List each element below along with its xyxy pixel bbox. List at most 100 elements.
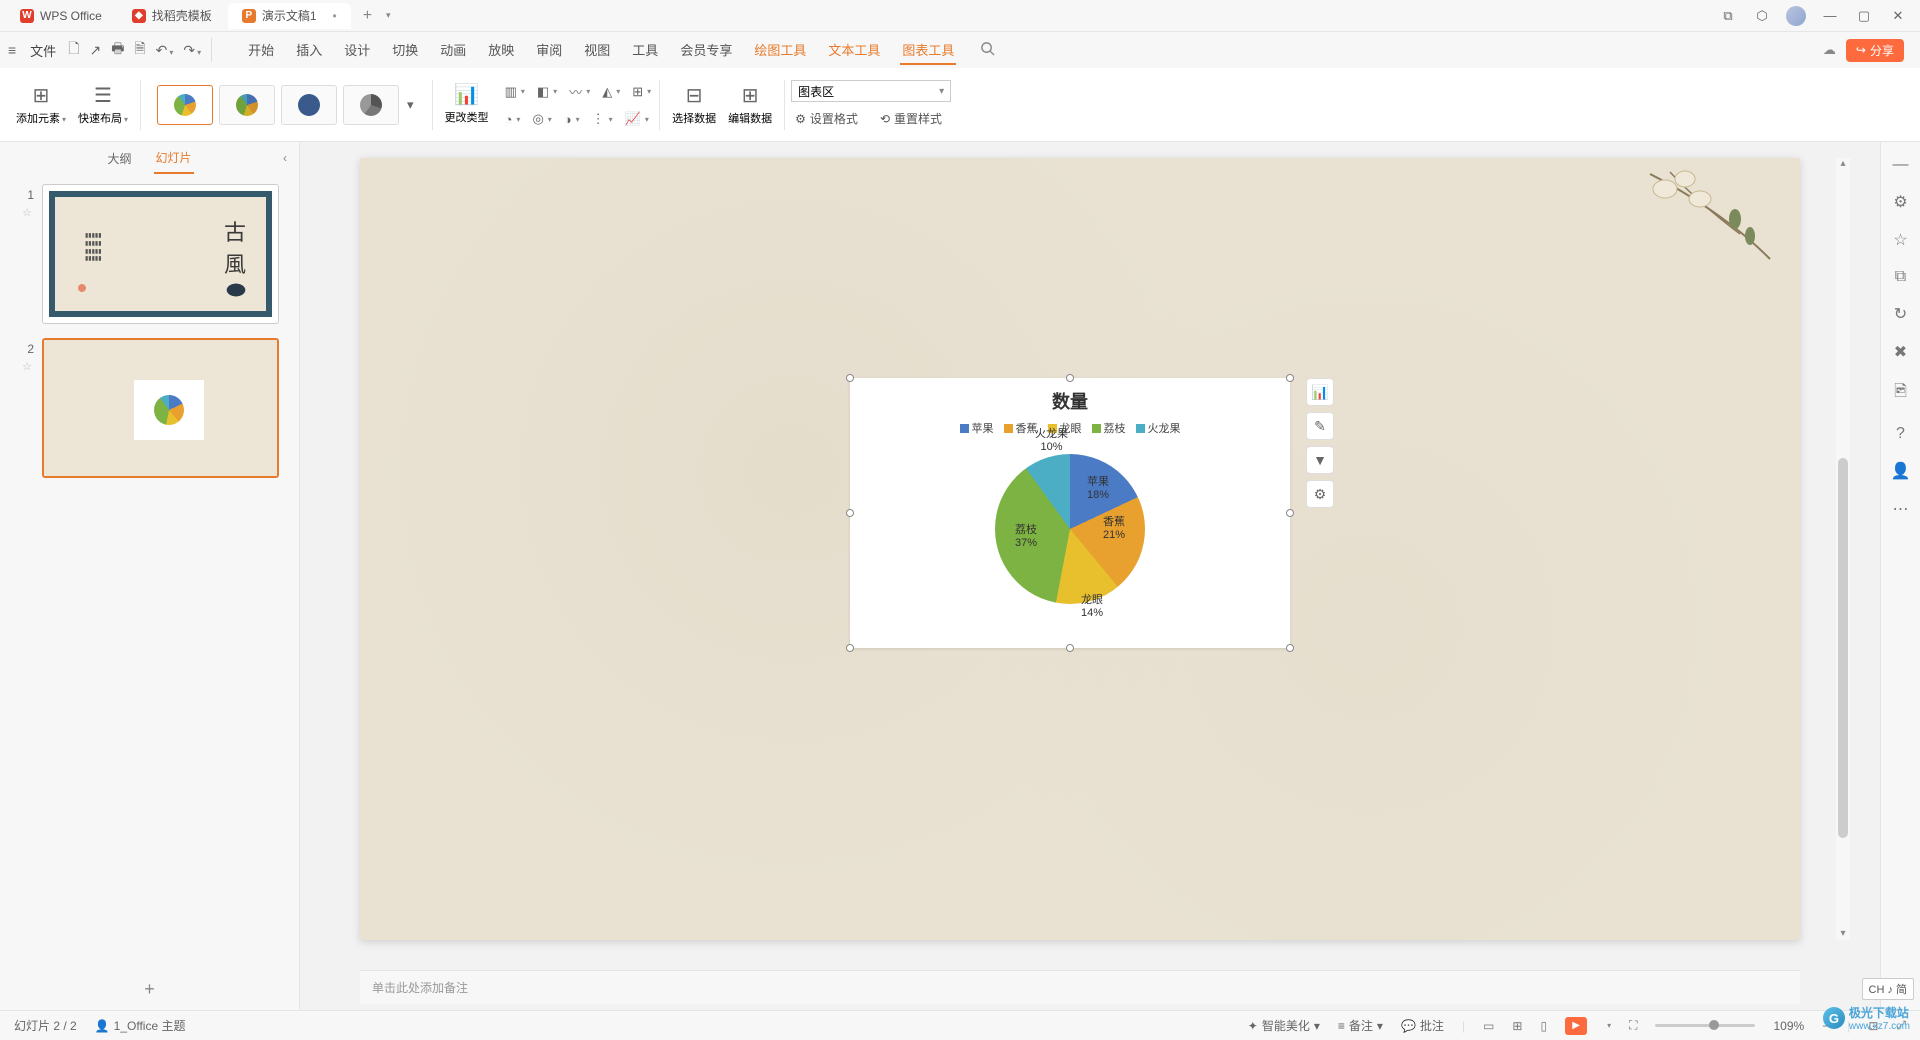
menu-tab-view[interactable]: 视图 xyxy=(582,36,612,65)
chart-settings-icon[interactable]: ⚙ xyxy=(1306,480,1334,508)
chart-style-1[interactable] xyxy=(157,85,213,125)
tab-templates[interactable]: ◆ 找稻壳模板 xyxy=(118,3,226,29)
selection-handle[interactable] xyxy=(1066,374,1074,382)
menu-tab-member[interactable]: 会员专享 xyxy=(678,36,734,65)
chart-brush-icon[interactable]: ✎ xyxy=(1306,412,1334,440)
undo-icon[interactable]: ↶▾ xyxy=(156,42,174,59)
sorter-view-icon[interactable]: ⊞ xyxy=(1512,1019,1522,1033)
add-slide-button[interactable]: + xyxy=(0,969,299,1010)
image-panel-icon[interactable]: 🖻 xyxy=(1894,380,1907,407)
share-button[interactable]: ↪ 分享 xyxy=(1846,39,1904,62)
redo-icon[interactable]: ↷▾ xyxy=(183,42,201,59)
area-style-dropdown[interactable]: ◭▾ xyxy=(600,80,622,103)
maximize-button[interactable]: ▢ xyxy=(1854,6,1874,26)
cloud-icon[interactable]: ☁ xyxy=(1823,42,1836,58)
notes-toggle[interactable]: ≡ 备注 ▾ xyxy=(1338,1017,1383,1034)
line-style-dropdown[interactable]: 〰▾ xyxy=(567,80,592,103)
slide-canvas[interactable]: 数量 苹果 香蕉 龙眼 荔枝 火龙果 火龙果10% 苹果18% 香蕉21% 龙眼… xyxy=(360,158,1800,940)
add-element-button[interactable]: ⊞ 添加元素▾ xyxy=(10,81,72,128)
ime-indicator[interactable]: CH ♪ 简 xyxy=(1862,978,1915,1000)
preview-icon[interactable]: 🗎 xyxy=(134,38,145,62)
slide-thumbnail-1[interactable]: 古風 ▮▮▮▮▮▮▮▮▮▮▮▮▮▮▮▮▮▮▮▮ xyxy=(42,184,279,324)
chart-style-4[interactable] xyxy=(343,85,399,125)
comments-toggle[interactable]: 💬 批注 xyxy=(1401,1017,1444,1034)
favorite-icon[interactable]: ☆ xyxy=(1893,230,1907,250)
menu-tab-tools[interactable]: 工具 xyxy=(630,36,660,65)
more-icon[interactable]: ⋯ xyxy=(1893,499,1909,519)
selection-handle[interactable] xyxy=(1066,644,1074,652)
change-type-button[interactable]: 📊更改类型 xyxy=(439,80,495,129)
star-icon[interactable]: ☆ xyxy=(22,206,32,219)
chart-elements-icon[interactable]: 📊 xyxy=(1306,378,1334,406)
chart-area-select[interactable]: 图表区▾ xyxy=(791,80,951,102)
chart-style-3[interactable] xyxy=(281,85,337,125)
menu-tab-review[interactable]: 审阅 xyxy=(534,36,564,65)
fit-window-icon[interactable]: ⛶ xyxy=(1629,1018,1637,1033)
normal-view-icon[interactable]: ▭ xyxy=(1483,1019,1494,1033)
zoom-slider[interactable] xyxy=(1655,1024,1755,1027)
vertical-scrollbar[interactable]: ▴ ▾ xyxy=(1836,158,1850,940)
trend-dropdown[interactable]: 📈▾ xyxy=(623,109,651,129)
menu-tab-start[interactable]: 开始 xyxy=(246,36,276,65)
star-icon[interactable]: ☆ xyxy=(22,360,32,373)
menu-tab-animation[interactable]: 动画 xyxy=(438,36,468,65)
reading-view-icon[interactable]: ▯ xyxy=(1540,1019,1547,1033)
print-icon[interactable]: 🖶 xyxy=(111,38,124,62)
scatter-dropdown[interactable]: ⋮▾ xyxy=(590,109,615,129)
export-icon[interactable]: ↗ xyxy=(89,42,101,59)
ring-dropdown[interactable]: ◎▾ xyxy=(530,109,553,129)
menu-tab-insert[interactable]: 插入 xyxy=(294,36,324,65)
chart-style-2[interactable] xyxy=(219,85,275,125)
close-button[interactable]: ✕ xyxy=(1888,6,1908,26)
select-data-button[interactable]: ⊟选择数据 xyxy=(666,81,722,128)
help-icon[interactable]: ? xyxy=(1896,425,1905,443)
slide-thumbnail-2[interactable] xyxy=(42,338,279,478)
hamburger-icon[interactable]: ≡ xyxy=(8,42,16,58)
outline-tab[interactable]: 大纲 xyxy=(105,144,133,173)
set-format-button[interactable]: ⚙ 设置格式 xyxy=(791,108,862,129)
chart-object[interactable]: 数量 苹果 香蕉 龙眼 荔枝 火龙果 火龙果10% 苹果18% 香蕉21% 龙眼… xyxy=(850,378,1290,648)
window-layout-icon[interactable]: ⧉ xyxy=(1718,6,1738,26)
pie-var-dropdown[interactable]: ◑▾ xyxy=(562,109,582,129)
minimize-button[interactable]: — xyxy=(1820,6,1840,26)
menu-tab-draw-tools[interactable]: 绘图工具 xyxy=(752,36,808,65)
add-tab-dropdown[interactable]: ▾ xyxy=(382,10,395,21)
menu-tab-design[interactable]: 设计 xyxy=(342,36,372,65)
shape-style-dropdown[interactable]: ◧▾ xyxy=(535,80,559,103)
tab-wps-office[interactable]: W WPS Office xyxy=(6,3,116,29)
sync-icon[interactable]: ↻ xyxy=(1894,304,1907,324)
minus-icon[interactable]: — xyxy=(1893,156,1909,174)
tools-icon[interactable]: ✖ xyxy=(1894,342,1907,362)
template-panel-icon[interactable]: ⧉ xyxy=(1895,268,1906,286)
person-icon[interactable]: 👤 xyxy=(1891,461,1911,481)
edit-data-button[interactable]: ⊞编辑数据 xyxy=(722,81,778,128)
menu-tab-play[interactable]: 放映 xyxy=(486,36,516,65)
grid-style-dropdown[interactable]: ⊞▾ xyxy=(630,80,653,103)
add-tab-button[interactable]: + xyxy=(353,7,382,25)
collapse-panel-icon[interactable]: ‹ xyxy=(283,151,287,165)
reset-style-button[interactable]: ⟲ 重置样式 xyxy=(876,108,946,129)
cube-icon[interactable]: ⬡ xyxy=(1752,6,1772,26)
selection-handle[interactable] xyxy=(846,374,854,382)
chart-style-more[interactable]: ▾ xyxy=(405,95,416,115)
user-avatar[interactable] xyxy=(1786,6,1806,26)
slideshow-button[interactable]: ▶ xyxy=(1565,1017,1587,1035)
notes-area[interactable]: 单击此处添加备注 xyxy=(360,970,1800,1004)
scrollbar-thumb[interactable] xyxy=(1838,458,1848,838)
quick-layout-button[interactable]: ☰ 快速布局▾ xyxy=(72,81,134,128)
fill-dropdown[interactable]: ◔▾ xyxy=(503,109,523,129)
settings-icon[interactable]: ⚙ xyxy=(1893,192,1907,212)
theme-indicator[interactable]: 👤 1_Office 主题 xyxy=(95,1017,186,1034)
save-icon[interactable]: 🗋 xyxy=(68,38,79,62)
selection-handle[interactable] xyxy=(846,509,854,517)
search-icon[interactable] xyxy=(980,41,995,59)
menu-tab-transition[interactable]: 切换 xyxy=(390,36,420,65)
slides-tab[interactable]: 幻灯片 xyxy=(154,143,194,174)
menu-tab-text-tools[interactable]: 文本工具 xyxy=(826,36,882,65)
file-menu[interactable]: 文件 xyxy=(24,41,62,60)
tab-document[interactable]: P 演示文稿1 • xyxy=(228,3,351,29)
selection-handle[interactable] xyxy=(1286,374,1294,382)
chart-filter-icon[interactable]: ▼ xyxy=(1306,446,1334,474)
bar-style-dropdown[interactable]: ▥▾ xyxy=(503,80,527,103)
smart-beautify-button[interactable]: ✦ 智能美化 ▾ xyxy=(1248,1017,1320,1034)
